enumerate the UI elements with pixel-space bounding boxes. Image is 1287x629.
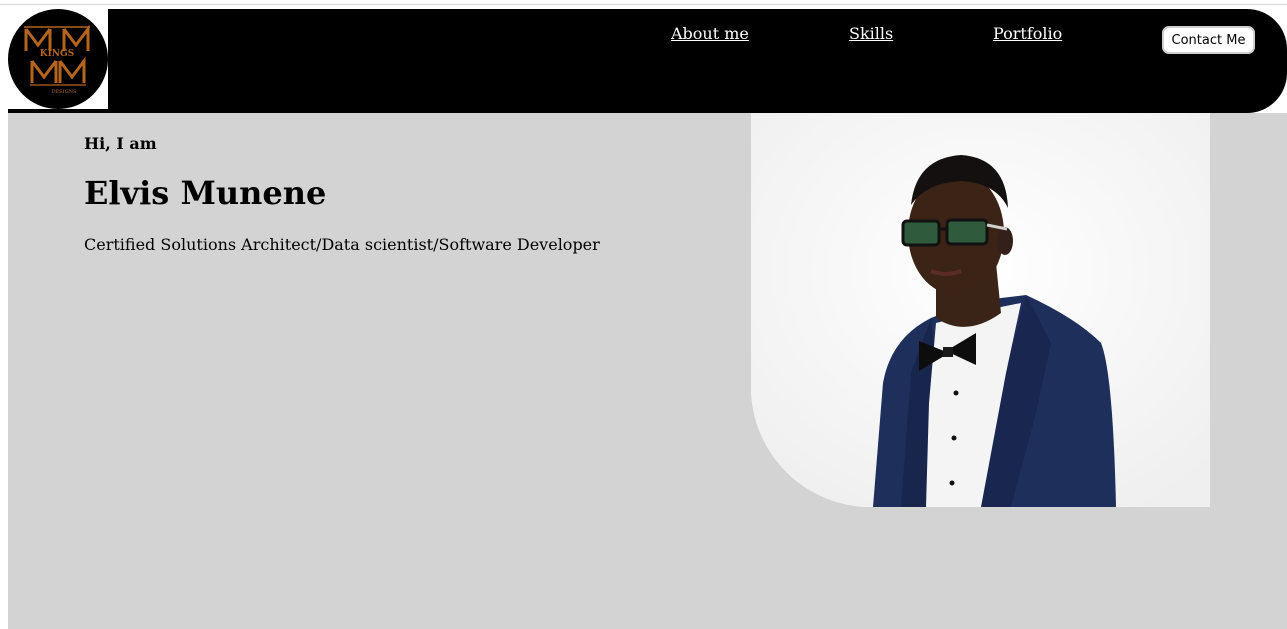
svg-text:DESIGNS: DESIGNS [52,89,77,95]
nav-link-portfolio[interactable]: Portfolio [993,24,1062,43]
top-divider [0,4,1287,5]
nav-link-about[interactable]: About me [671,24,749,43]
navbar [8,9,1287,113]
page: KINGS DESIGNS About me Skills Portfolio … [0,0,1287,629]
contact-button[interactable]: Contact Me [1162,26,1255,54]
hero-tagline: Certified Solutions Architect/Data scien… [84,235,600,254]
portrait-illustration [751,113,1210,507]
svg-text:KINGS: KINGS [40,49,74,59]
hero-name: Elvis Munene [84,174,327,212]
hero-greeting: Hi, I am [84,134,157,153]
logo-monogram-icon: KINGS DESIGNS [24,24,90,95]
logo[interactable]: KINGS DESIGNS [8,9,108,109]
nav-link-skills[interactable]: Skills [849,24,893,43]
portrait-image [751,113,1210,507]
